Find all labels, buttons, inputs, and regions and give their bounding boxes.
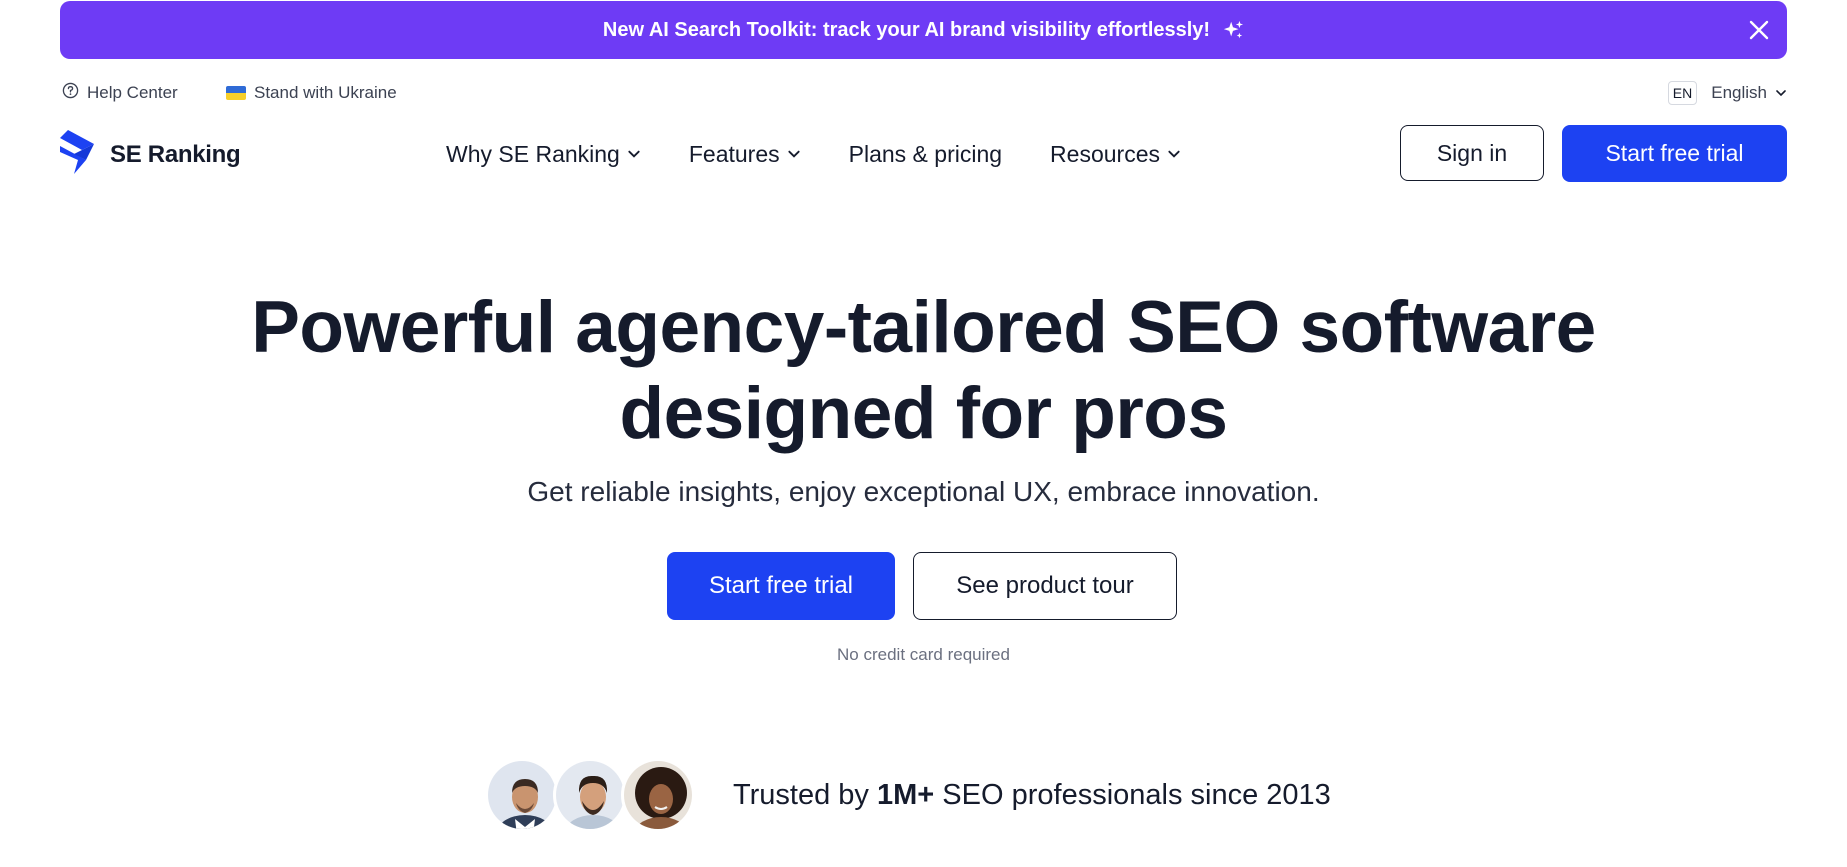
chevron-down-icon xyxy=(1775,87,1787,99)
nav-why-se-ranking[interactable]: Why SE Ranking xyxy=(446,141,641,168)
hero-title-line-1: Powerful agency-tailored SEO software xyxy=(251,287,1596,368)
ukraine-label: Stand with Ukraine xyxy=(254,83,397,102)
trust-text: Trusted by 1M+ SEO professionals since 2… xyxy=(733,779,1331,812)
nav-label: Features xyxy=(688,140,780,167)
nav-label: Why SE Ranking xyxy=(446,140,620,167)
trust-highlight: 1M+ xyxy=(877,778,935,811)
hero-cta-row: Start free trial See product tour xyxy=(0,552,1847,620)
logo[interactable]: SE Ranking xyxy=(60,130,241,179)
logo-text: SE Ranking xyxy=(110,140,241,168)
nav-resources[interactable]: Resources xyxy=(1050,141,1181,168)
nav-features[interactable]: Features xyxy=(689,141,801,168)
header-start-trial-button[interactable]: Start free trial xyxy=(1562,125,1787,182)
sign-in-button[interactable]: Sign in xyxy=(1400,125,1544,181)
stand-with-ukraine-link[interactable]: Stand with Ukraine xyxy=(226,80,397,106)
nav-label: Plans & pricing xyxy=(848,140,1003,167)
hero-title-line-2: designed for pros xyxy=(619,373,1228,454)
ukraine-flag-icon xyxy=(226,86,246,100)
avatar-group xyxy=(485,758,695,832)
chevron-down-icon xyxy=(627,147,641,161)
question-circle-icon xyxy=(62,82,79,104)
start-free-trial-button[interactable]: Start free trial xyxy=(667,552,895,620)
chevron-down-icon xyxy=(787,147,801,161)
avatar xyxy=(485,758,559,832)
avatar xyxy=(621,758,695,832)
help-center-link[interactable]: Help Center xyxy=(62,80,178,106)
help-center-label: Help Center xyxy=(87,83,178,102)
avatar xyxy=(553,758,627,832)
language-label: English xyxy=(1711,83,1767,102)
logo-icon xyxy=(60,130,100,179)
main-nav: Why SE Ranking Features Plans & pricing … xyxy=(446,122,1229,186)
main-header: SE Ranking Why SE Ranking Features Plans… xyxy=(60,122,1787,186)
sparkle-icon xyxy=(1222,19,1244,41)
no-credit-card-note: No credit card required xyxy=(837,645,1010,664)
language-code-badge: EN xyxy=(1667,81,1698,105)
nav-label: Resources xyxy=(1050,140,1160,167)
utility-bar: Help Center Stand with Ukraine EN Englis… xyxy=(60,80,1787,106)
announcement-banner[interactable]: New AI Search Toolkit: track your AI bra… xyxy=(60,1,1787,59)
hero-title: Powerful agency-tailored SEO software de… xyxy=(0,285,1847,457)
see-product-tour-button[interactable]: See product tour xyxy=(913,552,1177,620)
trust-suffix: SEO professionals since 2013 xyxy=(942,778,1331,811)
hero-subtitle: Get reliable insights, enjoy exceptional… xyxy=(527,476,1320,507)
language-selector[interactable]: EN English xyxy=(1667,80,1787,106)
banner-text[interactable]: New AI Search Toolkit: track your AI bra… xyxy=(603,19,1210,42)
chevron-down-icon xyxy=(1167,147,1181,161)
nav-plans-pricing[interactable]: Plans & pricing xyxy=(849,141,1002,168)
close-icon[interactable] xyxy=(1747,18,1771,42)
trust-section: Trusted by 1M+ SEO professionals since 2… xyxy=(485,757,1331,833)
trust-prefix: Trusted by xyxy=(733,778,869,811)
